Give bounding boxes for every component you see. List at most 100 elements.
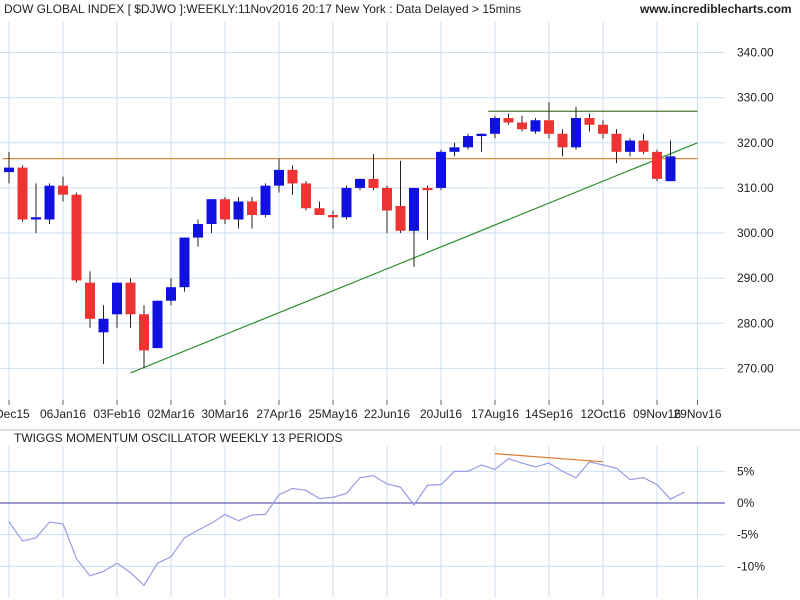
price-tick-label: 300.00 bbox=[737, 226, 774, 240]
oscillator-point bbox=[197, 529, 199, 531]
oscillator-point bbox=[602, 464, 604, 466]
date-tick-label: 06Jan16 bbox=[40, 407, 86, 421]
date-tick-label: 22Jun16 bbox=[364, 407, 410, 421]
price-tick-label: 310.00 bbox=[737, 181, 774, 195]
oscillator-point bbox=[480, 464, 483, 466]
candle-down bbox=[382, 187, 392, 211]
oscillator-point bbox=[116, 562, 118, 564]
candle-up bbox=[490, 117, 500, 134]
oscillator-point bbox=[453, 470, 456, 472]
price-tick-label: 340.00 bbox=[737, 46, 774, 60]
candle-down bbox=[85, 282, 95, 319]
candle-up bbox=[463, 136, 473, 148]
oscillator-tick-label: 0% bbox=[737, 496, 755, 510]
candle-up bbox=[179, 237, 190, 288]
candle-down bbox=[17, 167, 28, 220]
price-tick-label: 270.00 bbox=[737, 361, 774, 375]
candle-down bbox=[139, 314, 149, 351]
candle-up bbox=[193, 224, 203, 238]
oscillator-point bbox=[372, 475, 375, 477]
oscillator-point bbox=[521, 462, 523, 464]
candle-down bbox=[638, 140, 649, 152]
candle-up bbox=[166, 287, 176, 301]
candle-down bbox=[584, 117, 595, 125]
candle-down bbox=[314, 208, 325, 215]
price-tick-label: 320.00 bbox=[737, 136, 774, 150]
chart-canvas: DOW GLOBAL INDEX [ $DJWO ]:WEEKLY:11Nov2… bbox=[0, 0, 800, 600]
oscillator-point bbox=[35, 537, 37, 539]
oscillator-point bbox=[62, 523, 64, 525]
candle-down bbox=[368, 178, 379, 188]
oscillator-point bbox=[399, 486, 402, 488]
date-tick-label: 25May16 bbox=[308, 407, 358, 421]
oscillator-tick-label: 5% bbox=[737, 464, 755, 478]
oscillator-tick-label: -5% bbox=[737, 528, 759, 542]
date-tick-label: 27Apr16 bbox=[256, 407, 302, 421]
candle-down bbox=[557, 133, 568, 148]
oscillator-point bbox=[143, 584, 145, 586]
oscillator-point bbox=[642, 477, 645, 479]
candle-down bbox=[611, 133, 622, 152]
candle-down bbox=[247, 201, 257, 215]
candle-up bbox=[530, 120, 541, 132]
candle-up bbox=[98, 318, 109, 333]
date-tick-label: 20Jul16 bbox=[420, 407, 462, 421]
oscillator-point bbox=[534, 466, 537, 468]
oscillator-point bbox=[575, 477, 577, 479]
oscillator-point bbox=[629, 478, 631, 481]
candle-up bbox=[476, 133, 487, 137]
oscillator-title: TWIGGS MOMENTUM OSCILLATOR WEEKLY 13 PER… bbox=[14, 431, 343, 445]
date-tick-label: 14Sep16 bbox=[525, 407, 573, 421]
candle-down bbox=[422, 187, 433, 191]
candle-up bbox=[355, 178, 365, 188]
date-tick-label: 29Nov16 bbox=[673, 407, 721, 421]
date-tick-label: 12Oct16 bbox=[580, 407, 626, 421]
candle-up bbox=[274, 169, 284, 186]
oscillator-point bbox=[210, 522, 213, 524]
oscillator-point bbox=[291, 487, 294, 490]
candle-down bbox=[598, 124, 608, 134]
candle-up bbox=[625, 140, 635, 152]
candle-down bbox=[395, 205, 406, 231]
candle-down bbox=[220, 199, 230, 220]
oscillator-point bbox=[345, 492, 348, 495]
price-tick-label: 280.00 bbox=[737, 316, 774, 330]
oscillator-point bbox=[332, 496, 334, 498]
oscillator-point bbox=[494, 468, 496, 471]
candle-down bbox=[58, 185, 68, 195]
candle-up bbox=[665, 156, 676, 182]
candle-up bbox=[436, 151, 446, 188]
oscillator-point bbox=[467, 470, 469, 472]
candle-down bbox=[71, 194, 82, 281]
oscillator-point bbox=[48, 521, 51, 523]
date-tick-label: 02Mar16 bbox=[147, 407, 195, 421]
price-tick-label: 290.00 bbox=[737, 271, 774, 285]
candle-down bbox=[544, 120, 554, 134]
site-label: www.incrediblecharts.com bbox=[639, 2, 792, 16]
candle-down bbox=[301, 183, 311, 209]
candle-down bbox=[652, 151, 662, 179]
oscillator-point bbox=[21, 540, 24, 542]
candle-up bbox=[31, 217, 41, 220]
oscillator-point bbox=[386, 483, 388, 485]
candle-up bbox=[571, 117, 581, 148]
oscillator-point bbox=[237, 520, 240, 522]
candle-up bbox=[449, 147, 460, 152]
oscillator-point bbox=[440, 484, 442, 486]
candle-down bbox=[125, 282, 136, 315]
oscillator-point bbox=[89, 575, 91, 577]
date-tick-label: 17Aug16 bbox=[471, 407, 519, 421]
oscillator-point bbox=[278, 494, 280, 496]
oscillator-point bbox=[548, 462, 550, 464]
candle-down bbox=[328, 215, 338, 218]
oscillator-point bbox=[318, 497, 321, 500]
oscillator-point bbox=[75, 558, 78, 560]
oscillator-point bbox=[669, 498, 672, 500]
date-tick-label: 03Feb16 bbox=[93, 407, 141, 421]
candle-up bbox=[112, 282, 122, 315]
oscillator-point bbox=[507, 458, 510, 460]
date-tick-label: 30Mar16 bbox=[201, 407, 249, 421]
oscillator-point bbox=[156, 562, 159, 564]
oscillator-point bbox=[251, 514, 253, 516]
price-tick-label: 330.00 bbox=[737, 91, 774, 105]
